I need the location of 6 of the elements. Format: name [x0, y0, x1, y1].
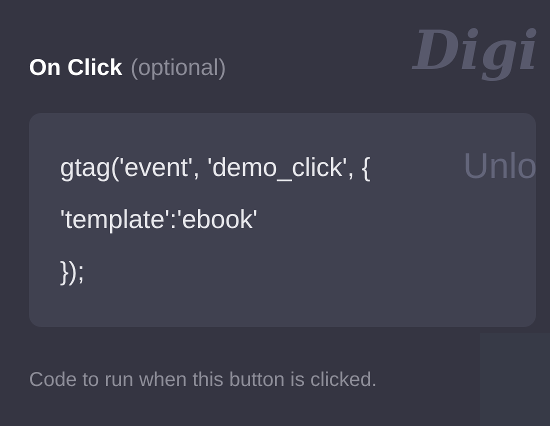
code-line: 'template':'ebook' — [60, 202, 258, 236]
code-line: }); — [60, 254, 85, 288]
field-label: On Click — [29, 53, 122, 82]
optional-hint: (optional) — [130, 53, 226, 82]
code-line: gtag('event', 'demo_click', { — [60, 150, 370, 184]
help-text: Code to run when this button is clicked. — [29, 368, 378, 392]
